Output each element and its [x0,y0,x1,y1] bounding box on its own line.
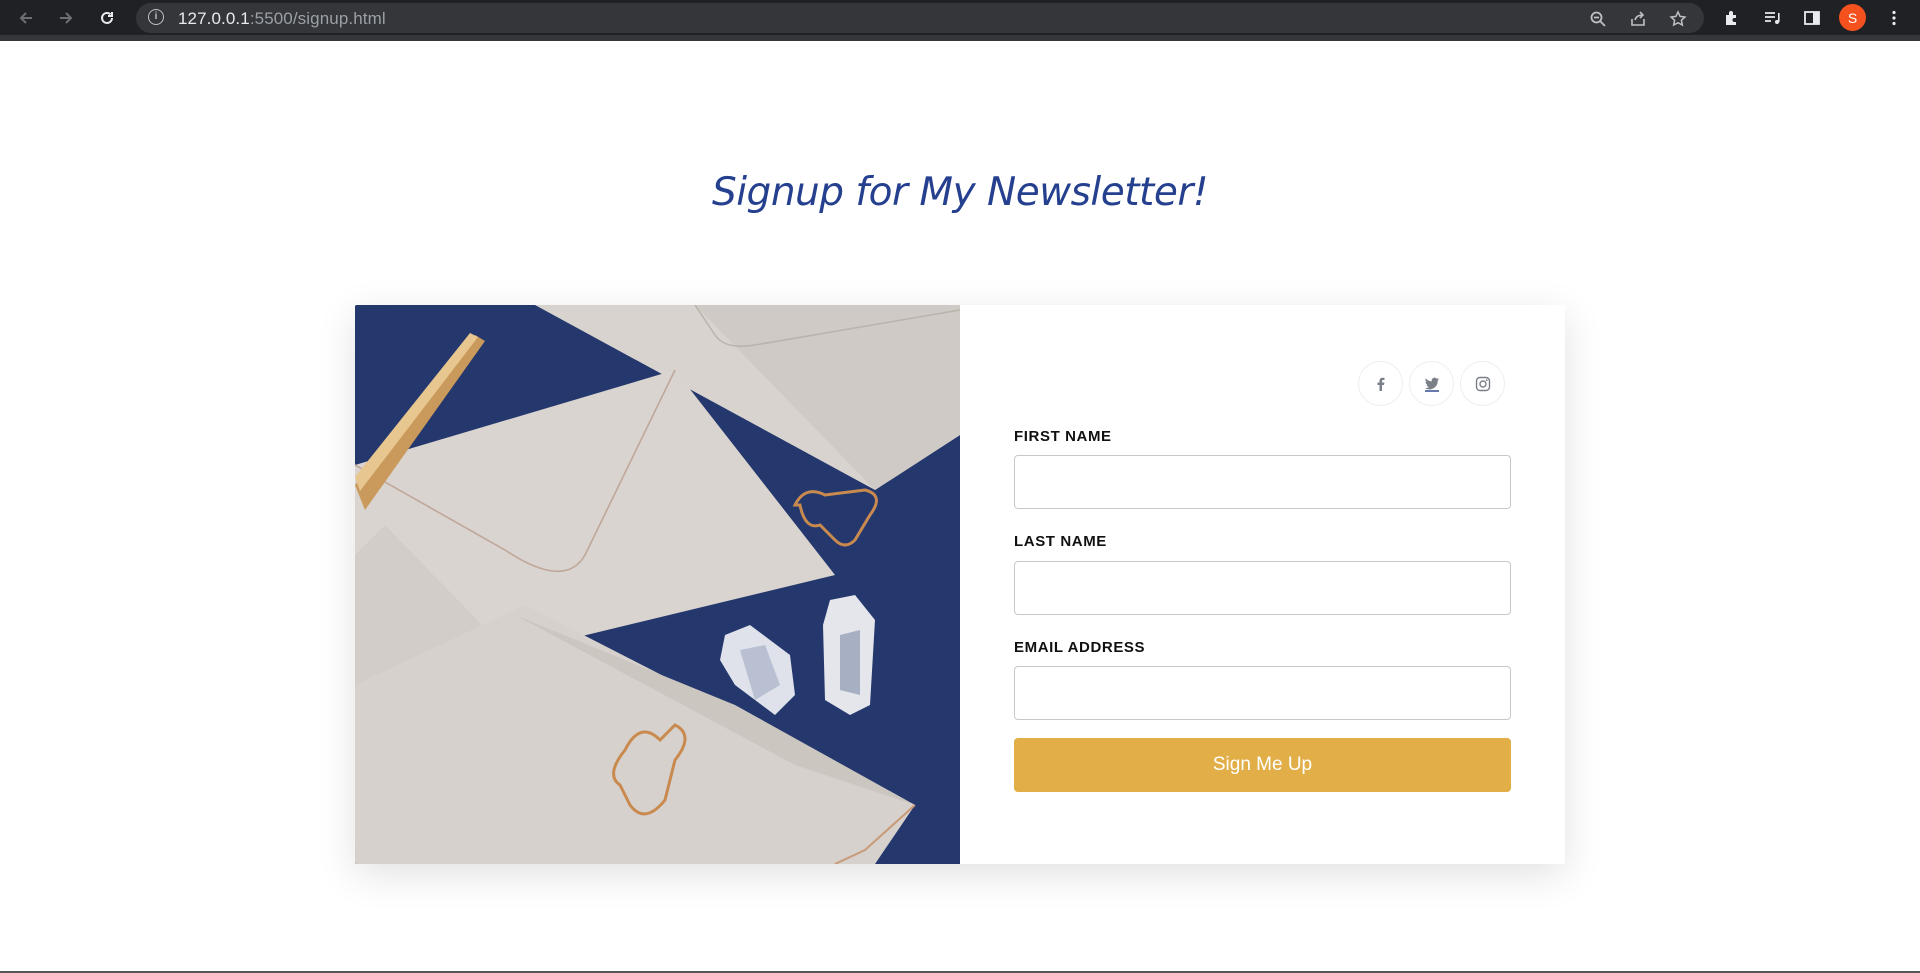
bookmark-star-icon[interactable] [1666,7,1690,31]
first-name-label: FIRST NAME [1014,428,1112,445]
menu-icon[interactable] [1880,4,1908,32]
zoom-icon[interactable] [1586,7,1610,31]
extensions-icon[interactable] [1718,4,1746,32]
instagram-icon[interactable] [1460,361,1505,406]
newsletter-photo [355,305,960,864]
site-info-icon[interactable]: i [148,9,164,25]
last-name-label: LAST NAME [1014,533,1107,550]
forward-icon[interactable] [52,4,80,32]
first-name-input[interactable] [1014,455,1511,509]
sign-me-up-button[interactable]: Sign Me Up [1014,738,1511,792]
twitter-icon[interactable] [1409,361,1454,406]
social-links [1358,361,1505,406]
profile-avatar[interactable]: S [1839,4,1866,31]
facebook-icon[interactable] [1358,361,1403,406]
envelopes-illustration [355,305,960,864]
signup-card: FIRST NAME LAST NAME EMAIL ADDRESS Sign … [355,305,1565,864]
email-input[interactable] [1014,666,1511,720]
browser-toolbar: i 127.0.0.1:5500/signup.html S [0,0,1920,35]
share-icon[interactable] [1626,7,1650,31]
email-label: EMAIL ADDRESS [1014,639,1146,656]
back-icon[interactable] [12,4,40,32]
signup-form: FIRST NAME LAST NAME EMAIL ADDRESS Sign … [960,305,1565,864]
last-name-input[interactable] [1014,561,1511,615]
address-bar[interactable]: i 127.0.0.1:5500/signup.html [136,3,1704,33]
toolbar-divider [0,35,1920,41]
page-title: Signup for My Newsletter! [711,170,1209,215]
side-panel-icon[interactable] [1798,4,1826,32]
url-text[interactable]: 127.0.0.1:5500/signup.html [178,9,386,29]
reload-icon[interactable] [93,4,121,32]
media-icon[interactable] [1758,4,1786,32]
